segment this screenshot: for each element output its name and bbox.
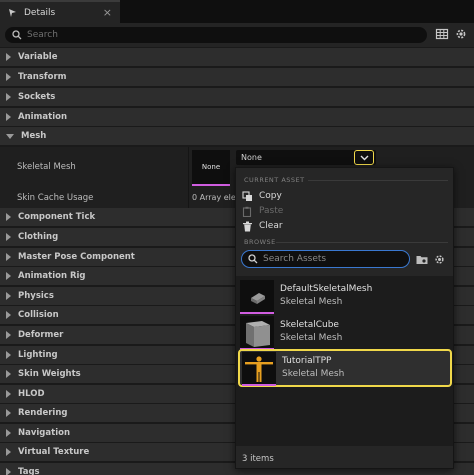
skeletal-mesh-thumbnail[interactable]: None	[192, 150, 230, 186]
cube-thumbnail-icon	[246, 321, 270, 347]
search-icon	[12, 30, 22, 40]
paste-menu-item[interactable]: Paste	[242, 204, 283, 218]
asset-picker-popup: CURRENT ASSET Copy Paste Clear BROWSE Se…	[235, 167, 454, 469]
combo-dropdown-button[interactable]	[354, 150, 374, 165]
asset-search-input[interactable]	[263, 254, 403, 264]
expand-arrow-icon	[6, 390, 11, 398]
expand-arrow-icon	[6, 409, 11, 417]
category-mesh[interactable]: Mesh	[0, 127, 474, 146]
tab-bar: Details ×	[0, 0, 474, 23]
expand-arrow-icon	[6, 213, 11, 221]
browse-header: BROWSE	[244, 238, 276, 246]
category-animation[interactable]: Animation	[0, 108, 474, 127]
folder-icon[interactable]	[416, 254, 428, 265]
expand-arrow-icon	[6, 448, 11, 456]
cube-thumbnail-icon	[251, 293, 265, 304]
copy-icon	[242, 190, 252, 201]
close-icon[interactable]: ×	[103, 6, 112, 19]
expand-arrow-icon	[6, 253, 11, 261]
asset-search-box[interactable]	[241, 250, 410, 268]
item-count: 3 items	[242, 454, 274, 464]
search-input[interactable]	[27, 30, 407, 40]
expand-arrow-icon	[6, 272, 11, 280]
tab-title: Details	[24, 7, 56, 18]
category-variable[interactable]: Variable	[0, 48, 474, 67]
expand-arrow-icon	[6, 311, 11, 319]
settings-gear-icon[interactable]	[433, 253, 446, 266]
asset-thumbnail	[240, 280, 274, 314]
expand-arrow-icon	[6, 468, 11, 475]
skin-cache-label: Skin Cache Usage	[17, 193, 94, 203]
expand-arrow-icon	[6, 292, 11, 300]
expand-arrow-icon	[6, 73, 11, 81]
category-transform[interactable]: Transform	[0, 68, 474, 87]
category-sockets[interactable]: Sockets	[0, 88, 474, 107]
expand-arrow-icon	[6, 429, 11, 437]
section-divider	[276, 242, 448, 243]
asset-list: DefaultSkeletalMesh Skeletal Mesh Skelet…	[236, 276, 453, 446]
skeletal-mesh-label: Skeletal Mesh	[17, 162, 76, 172]
tab-details[interactable]: Details ×	[0, 0, 120, 23]
paste-icon	[242, 206, 252, 217]
expand-arrow-icon	[6, 53, 11, 61]
asset-item-default-skeletal-mesh[interactable]: DefaultSkeletalMesh Skeletal Mesh	[238, 279, 452, 315]
section-divider	[308, 180, 448, 181]
asset-thumbnail	[240, 316, 274, 350]
combo-value: None	[241, 153, 262, 162]
chevron-down-icon	[360, 155, 368, 160]
gear-icon[interactable]	[454, 27, 468, 41]
current-asset-header: CURRENT ASSET	[244, 176, 305, 184]
asset-item-tutorial-tpp[interactable]: TutorialTPP Skeletal Mesh	[238, 349, 452, 387]
expand-arrow-icon	[6, 113, 11, 121]
table-view-icon[interactable]	[435, 27, 449, 41]
trash-icon	[243, 221, 252, 231]
expand-arrow-icon	[6, 351, 11, 359]
character-thumbnail-icon	[245, 356, 273, 382]
column-divider[interactable]	[188, 147, 189, 208]
collapse-arrow-icon	[6, 133, 14, 139]
search-icon	[248, 254, 258, 264]
asset-thumbnail	[242, 352, 276, 386]
details-icon	[9, 8, 16, 17]
clear-menu-item[interactable]: Clear	[242, 219, 283, 233]
expand-arrow-icon	[6, 93, 11, 101]
copy-menu-item[interactable]: Copy	[242, 189, 282, 203]
search-row	[0, 23, 474, 47]
asset-item-skeletal-cube[interactable]: SkeletalCube Skeletal Mesh	[238, 315, 452, 351]
details-search-box[interactable]	[5, 27, 427, 43]
expand-arrow-icon	[6, 370, 11, 378]
expand-arrow-icon	[6, 331, 11, 339]
skeletal-mesh-combo[interactable]: None	[236, 150, 376, 165]
expand-arrow-icon	[6, 233, 11, 241]
